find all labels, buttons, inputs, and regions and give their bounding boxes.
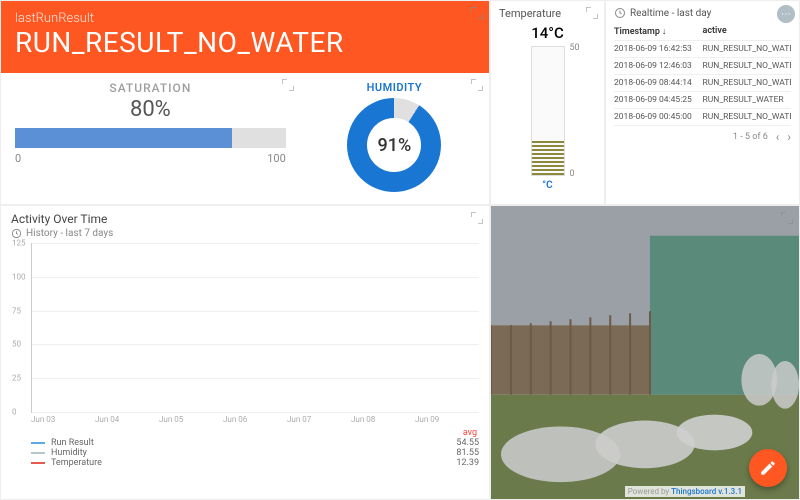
pencil-icon	[759, 459, 777, 477]
powered-by: Powered by Thingsboard v.1.3.1	[625, 486, 745, 497]
fullscreen-icon[interactable]	[781, 212, 793, 224]
temperature-title: Temperature	[499, 7, 596, 20]
page-next-icon[interactable]: ›	[787, 130, 791, 144]
sort-desc-icon: ↓	[662, 26, 667, 37]
camera-panel: Powered by Thingsboard v.1.3.1	[490, 205, 800, 500]
clock-icon	[614, 7, 626, 19]
realtime-panel: ⋯ Realtime - last day Timestamp ↓ active…	[605, 0, 800, 205]
fullscreen-icon[interactable]	[586, 7, 598, 19]
activity-chart: 0255075100125	[31, 243, 479, 413]
last-run-banner: lastRunResult RUN_RESULT_NO_WATER	[1, 1, 489, 73]
page-prev-icon[interactable]: ‹	[776, 130, 780, 144]
temperature-unit: °C	[499, 180, 596, 191]
legend-item: Temperature12.39	[31, 458, 479, 468]
table-row[interactable]: 2018-06-09 04:45:25RUN_RESULT_WATER	[614, 92, 791, 109]
saturation-max: 100	[267, 152, 286, 165]
table-header: Timestamp ↓ active	[614, 23, 791, 41]
saturation-gauge: SATURATION 80% 0 100	[1, 73, 300, 204]
saturation-label: SATURATION	[15, 81, 286, 95]
saturation-value: 80%	[15, 97, 286, 122]
edit-fab-button[interactable]	[749, 449, 787, 487]
col-active[interactable]: active	[703, 26, 792, 37]
temperature-panel: Temperature 14°C 50 0 °C	[490, 0, 605, 205]
status-panel: lastRunResult RUN_RESULT_NO_WATER SATURA…	[0, 0, 490, 205]
chart-legend: avg Run Result54.55Humidity81.55Temperat…	[31, 428, 479, 468]
col-timestamp[interactable]: Timestamp ↓	[614, 26, 703, 37]
activity-subtitle: History - last 7 days	[11, 228, 479, 239]
humidity-label: HUMIDITY	[310, 81, 479, 94]
thingsboard-link[interactable]: Thingsboard v.1.3.1	[671, 487, 742, 496]
table-row[interactable]: 2018-06-09 12:46:03RUN_RESULT_NO_WATER	[614, 58, 791, 75]
fullscreen-icon[interactable]	[471, 79, 483, 91]
realtime-header: Realtime - last day	[614, 7, 791, 19]
humidity-value: 91%	[347, 98, 441, 192]
pager: 1 - 5 of 6 ‹ ›	[614, 130, 791, 144]
thermometer: 50 0	[531, 46, 565, 176]
fullscreen-icon[interactable]	[471, 212, 483, 224]
humidity-gauge: HUMIDITY 91%	[300, 73, 489, 204]
table-row[interactable]: 2018-06-09 16:42:53RUN_RESULT_NO_WATER	[614, 41, 791, 58]
more-menu-icon[interactable]: ⋯	[777, 5, 795, 23]
legend-item: Run Result54.55	[31, 438, 479, 448]
banner-subtitle: lastRunResult	[15, 11, 475, 26]
activity-title: Activity Over Time	[11, 212, 479, 226]
table-row[interactable]: 2018-06-09 08:44:14RUN_RESULT_NO_WATER	[614, 75, 791, 92]
saturation-min: 0	[15, 152, 21, 165]
legend-item: Humidity81.55	[31, 448, 479, 458]
activity-panel: Activity Over Time History - last 7 days…	[0, 205, 490, 500]
clock-icon	[11, 228, 22, 239]
table-row[interactable]: 2018-06-09 00:45:00RUN_RESULT_NO_WATER	[614, 109, 791, 126]
banner-title: RUN_RESULT_NO_WATER	[15, 26, 475, 59]
temperature-value: 14°C	[499, 24, 596, 42]
fullscreen-icon[interactable]	[282, 79, 294, 91]
